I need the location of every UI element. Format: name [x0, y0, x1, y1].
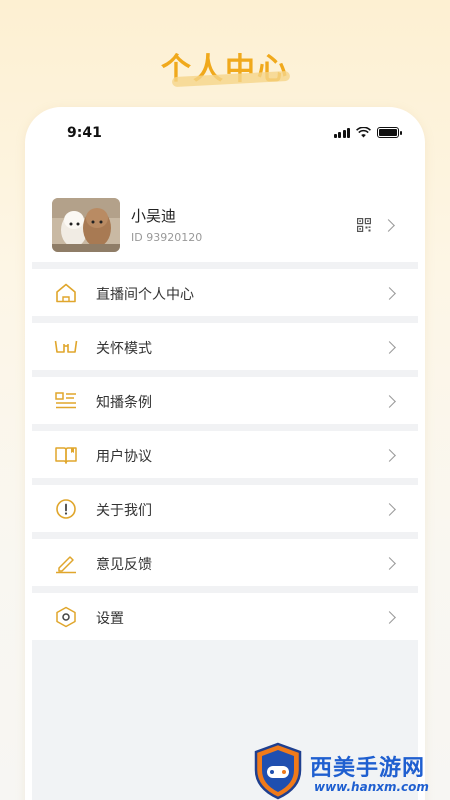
menu-item-label: 意见反馈: [96, 557, 152, 573]
glasses-icon: [54, 340, 78, 353]
menu-item-label: 设置: [96, 611, 124, 627]
menu-item-label: 关怀模式: [96, 341, 152, 357]
pencil-icon: [56, 556, 76, 574]
home-icon: [56, 283, 76, 303]
status-time: 9:41: [67, 125, 102, 141]
qr-code-icon[interactable]: [357, 218, 371, 232]
menu-item-label: 直播间个人中心: [96, 287, 194, 303]
menu-item-care-mode[interactable]: 关怀模式: [32, 316, 418, 370]
chevron-right-icon: [383, 395, 396, 408]
profile-id: ID 93920120: [131, 231, 203, 244]
avatar[interactable]: [52, 198, 120, 252]
chevron-right-icon: [383, 611, 396, 624]
chevron-right-icon: [383, 449, 396, 462]
menu-item-about-us[interactable]: 关于我们: [32, 478, 418, 532]
wifi-icon: [356, 127, 371, 138]
info-circle-icon: [56, 499, 76, 519]
menu-item-user-agreement[interactable]: 用户协议: [32, 424, 418, 478]
menu-item-live-center[interactable]: 直播间个人中心: [32, 262, 418, 316]
status-icons: [333, 127, 402, 138]
chevron-right-icon: [383, 287, 396, 300]
menu-item-label: 知播条例: [96, 395, 152, 411]
battery-icon: [377, 127, 402, 138]
chevron-right-icon: [383, 503, 396, 516]
list-doc-icon: [55, 392, 76, 409]
phone-screen: 9:41 小吴迪 ID 93920120 直播间个人中心 关怀模式 知播条例 用…: [25, 107, 425, 800]
profile-card[interactable]: 小吴迪 ID 93920120: [25, 195, 425, 265]
menu-item-label: 关于我们: [96, 503, 152, 519]
shield-logo-icon: [254, 742, 302, 800]
signal-icon: [333, 127, 350, 138]
status-bar: 9:41: [25, 125, 425, 145]
book-icon: [55, 447, 77, 464]
chevron-right-icon: [382, 219, 395, 232]
settings-hex-icon: [56, 606, 76, 628]
profile-name: 小吴迪: [131, 207, 177, 225]
chevron-right-icon: [383, 341, 396, 354]
watermark-name: 西美手游网: [310, 756, 426, 781]
menu-item-settings[interactable]: 设置: [32, 586, 418, 640]
watermark-url: www.hanxm.com: [314, 780, 429, 794]
menu-item-feedback[interactable]: 意见反馈: [32, 532, 418, 586]
menu-item-rules[interactable]: 知播条例: [32, 370, 418, 424]
watermark: 西美手游网 www.hanxm.com: [250, 742, 450, 800]
menu-item-label: 用户协议: [96, 449, 152, 465]
chevron-right-icon: [383, 557, 396, 570]
menu-list: 直播间个人中心 关怀模式 知播条例 用户协议 关于我们 意见反馈 设置: [32, 262, 418, 640]
